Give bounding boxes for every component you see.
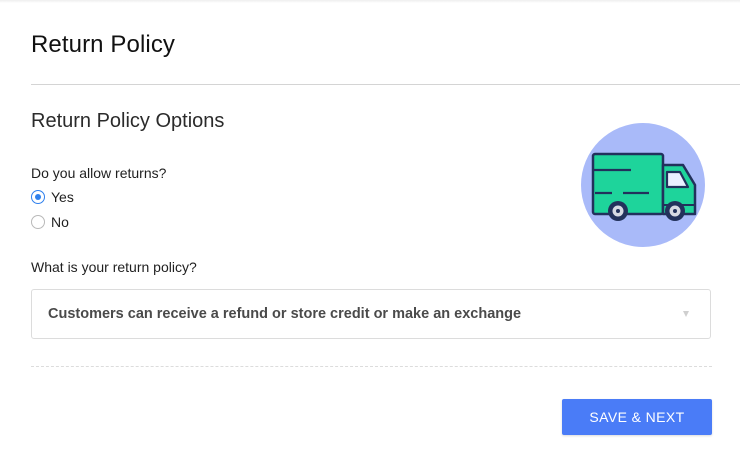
section-title: Return Policy Options [31, 110, 225, 132]
top-shadow [0, 0, 740, 3]
dropdown-caret-icon [683, 311, 689, 317]
header-divider [31, 84, 740, 85]
radio-option-yes[interactable]: Yes [31, 189, 74, 205]
radio-no-label: No [51, 214, 69, 230]
radio-no-unselected-icon[interactable] [31, 215, 45, 229]
page-title: Return Policy [31, 31, 176, 58]
save-and-next-button[interactable]: SAVE & NEXT [562, 399, 712, 435]
return-policy-select[interactable]: Customers can receive a refund or store … [31, 289, 711, 339]
form-divider [31, 366, 712, 367]
radio-yes-label: Yes [51, 189, 74, 205]
return-policy-select-value: Customers can receive a refund or store … [48, 306, 522, 322]
return-policy-page: Return Policy Return Policy Options Do y… [0, 0, 740, 458]
delivery-truck-icon [581, 123, 705, 247]
return-policy-question: What is your return policy? [31, 259, 197, 275]
allow-returns-question: Do you allow returns? [31, 165, 167, 181]
radio-option-no[interactable]: No [31, 214, 69, 230]
radio-yes-selected-icon[interactable] [31, 190, 45, 204]
